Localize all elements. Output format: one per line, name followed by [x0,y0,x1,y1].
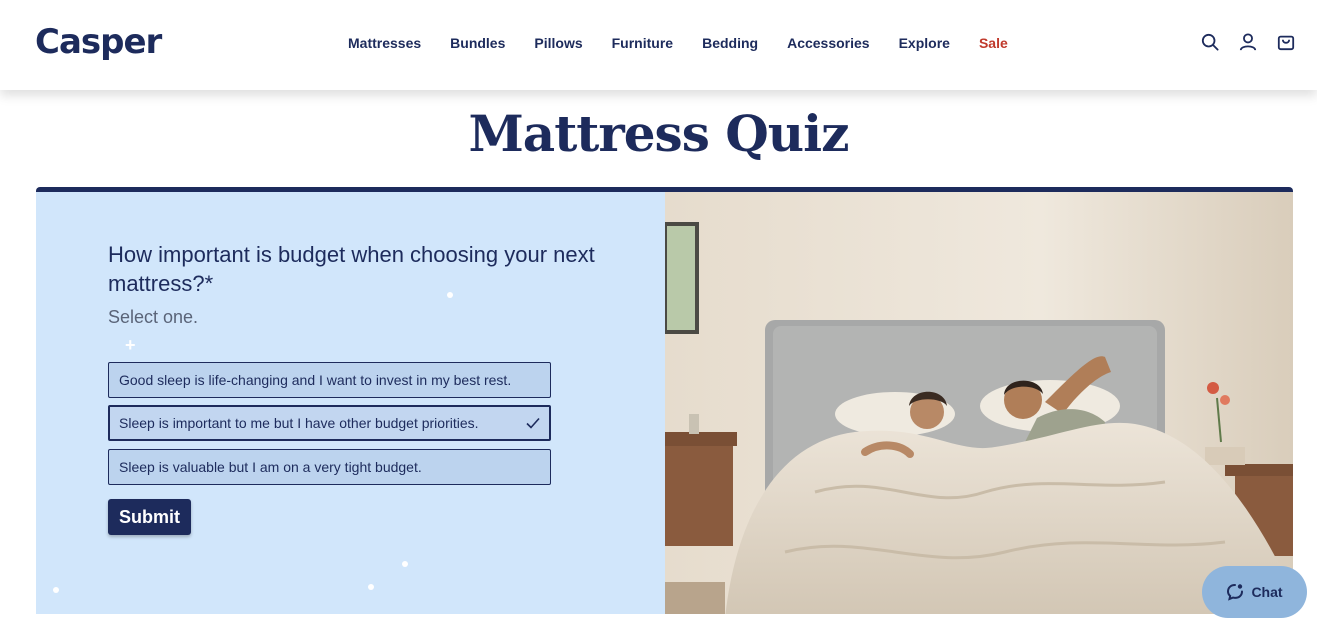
option-label: Sleep is important to me but I have othe… [119,415,479,431]
nav-item-accessories[interactable]: Accessories [787,35,870,51]
chat-label: Chat [1251,584,1283,600]
quiz-option-tight-budget[interactable]: Sleep is valuable but I am on a very tig… [108,449,551,485]
plus-decoration: + [125,335,136,355]
chat-button[interactable]: Chat [1202,566,1307,618]
nav-item-mattresses[interactable]: Mattresses [348,35,421,51]
option-label: Sleep is valuable but I am on a very tig… [119,459,422,475]
bedroom-illustration [665,192,1293,614]
account-icon[interactable] [1239,33,1257,51]
checkmark-icon [526,417,540,429]
submit-button[interactable]: Submit [108,499,191,535]
search-icon[interactable] [1201,33,1219,51]
quiz-instruction: Select one. [108,307,199,327]
nav-item-pillows[interactable]: Pillows [534,35,582,51]
nav-item-bundles[interactable]: Bundles [450,35,505,51]
header-icons [1201,33,1295,51]
option-label: Good sleep is life-changing and I want t… [119,372,512,388]
couple-in-bed-image [665,192,1293,614]
nav-item-sale[interactable]: Sale [979,35,1008,51]
sparkle-decoration [402,561,408,567]
sparkle-decoration [368,584,374,590]
sparkle-decoration [53,587,59,593]
quiz-container: + How important is budget when choosing … [36,187,1293,614]
nav-item-explore[interactable]: Explore [899,35,950,51]
quiz-panel: + How important is budget when choosing … [36,192,665,614]
main-nav: Mattresses Bundles Pillows Furniture Bed… [348,35,1037,51]
nav-item-bedding[interactable]: Bedding [702,35,758,51]
quiz-question: How important is budget when choosing yo… [108,242,595,296]
chat-bubble-icon [1227,584,1244,601]
cart-icon[interactable] [1277,33,1295,51]
nav-item-furniture[interactable]: Furniture [612,35,673,51]
quiz-option-other-priorities[interactable]: Sleep is important to me but I have othe… [108,405,551,441]
quiz-option-invest[interactable]: Good sleep is life-changing and I want t… [108,362,551,398]
page-title: Mattress Quiz [468,104,849,163]
casper-logo[interactable]: Casper [35,22,162,62]
site-header: Casper Mattresses Bundles Pillows Furnit… [0,0,1317,90]
